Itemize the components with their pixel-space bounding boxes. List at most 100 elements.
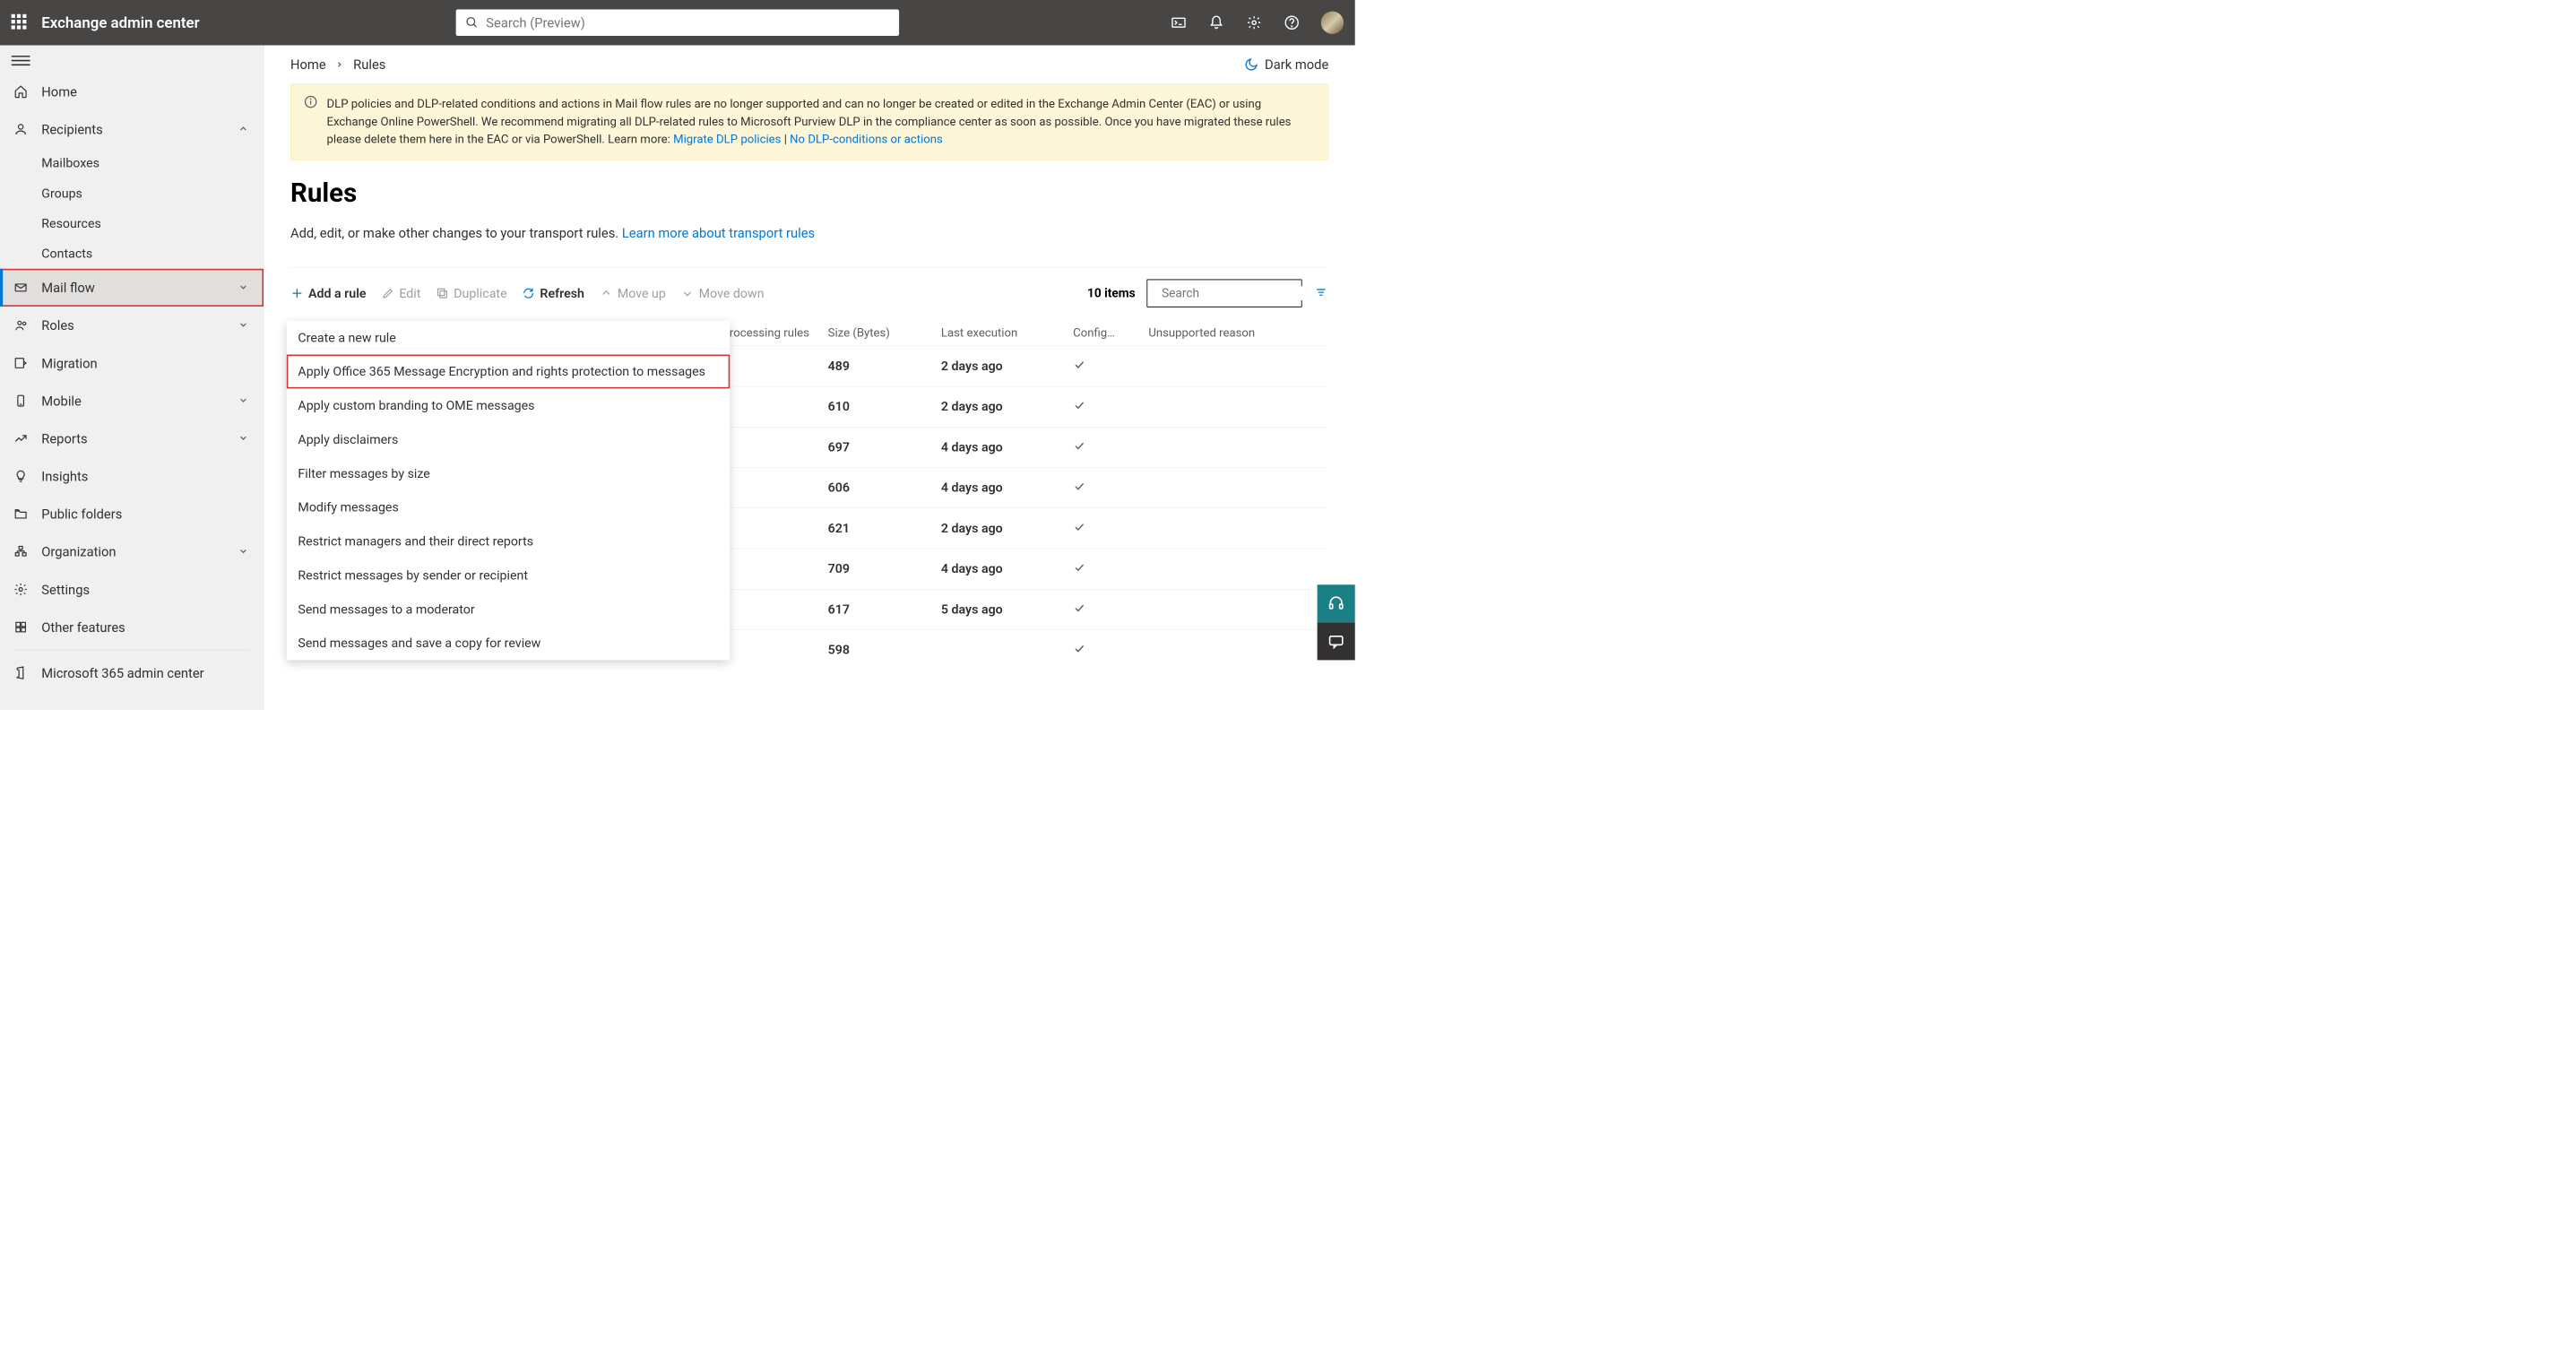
nav-groups[interactable]: Groups	[0, 178, 264, 209]
nav-other-features[interactable]: Other features	[0, 609, 264, 646]
dropdown-item[interactable]: Filter messages by size	[287, 456, 730, 490]
main-content: Home Rules Dark mode DLP policies and DL…	[264, 45, 1355, 710]
moon-icon	[1244, 57, 1258, 72]
nav-label: Organization	[41, 544, 116, 559]
cell-config	[1073, 399, 1148, 414]
move-down-button[interactable]: Move down	[681, 285, 765, 300]
notifications-icon[interactable]	[1208, 14, 1225, 31]
nav-resources[interactable]: Resources	[0, 208, 264, 238]
breadcrumb-home[interactable]: Home	[290, 56, 326, 72]
col-unsupported[interactable]: Unsupported reason	[1148, 326, 1328, 340]
nav-label: Recipients	[41, 121, 102, 136]
cell-size: 617	[828, 601, 941, 617]
nav-mailboxes[interactable]: Mailboxes	[0, 148, 264, 178]
nav-organization[interactable]: Organization	[0, 532, 264, 570]
nav-label: Roles	[41, 317, 73, 333]
nav-label: Insights	[41, 469, 88, 484]
page-title: Rules	[290, 177, 1328, 209]
nav-home[interactable]: Home	[0, 73, 264, 110]
arrow-up-icon	[600, 287, 613, 300]
learn-more-link[interactable]: Learn more about transport rules	[622, 225, 815, 240]
nav-mobile[interactable]: Mobile	[0, 382, 264, 420]
cell-last: 2 days ago	[941, 399, 1073, 414]
nav-list: Home Recipients Mailboxes Groups Resourc…	[0, 73, 264, 692]
nav-insights[interactable]: Insights	[0, 457, 264, 495]
nav-public-folders[interactable]: Public folders	[0, 495, 264, 532]
support-button[interactable]	[1318, 584, 1355, 622]
refresh-button[interactable]: Refresh	[522, 285, 584, 300]
nav-roles[interactable]: Roles	[0, 307, 264, 344]
filter-button[interactable]	[1313, 287, 1328, 300]
move-up-button[interactable]: Move up	[600, 285, 666, 300]
nav-label: Home	[41, 83, 77, 99]
gear-icon	[13, 582, 29, 597]
top-bar: Exchange admin center	[0, 0, 1355, 45]
cell-last: 5 days ago	[941, 601, 1073, 617]
col-last[interactable]: Last execution	[941, 326, 1073, 340]
dropdown-item[interactable]: Send messages and save a copy for review	[287, 626, 730, 660]
rules-search-input[interactable]	[1162, 286, 1319, 300]
settings-icon[interactable]	[1246, 14, 1263, 31]
migration-icon	[13, 356, 29, 371]
col-size[interactable]: Size (Bytes)	[828, 326, 941, 340]
chevron-down-icon	[238, 544, 249, 559]
banner-link-migrate[interactable]: Migrate DLP policies	[673, 133, 781, 146]
nav-mail-flow[interactable]: Mail flow	[0, 269, 264, 307]
edit-button[interactable]: Edit	[381, 285, 420, 300]
add-rule-button[interactable]: Add a rule	[290, 285, 367, 300]
chevron-up-icon	[238, 121, 249, 136]
chevron-down-icon	[238, 431, 249, 446]
command-icon[interactable]	[1171, 14, 1188, 31]
rules-search[interactable]	[1146, 279, 1302, 307]
search-icon	[465, 16, 479, 30]
global-search-input[interactable]	[486, 15, 889, 30]
banner-link-nodlp[interactable]: No DLP-conditions or actions	[790, 133, 943, 146]
grid-icon	[13, 619, 29, 635]
user-avatar[interactable]	[1321, 12, 1344, 34]
home-icon	[13, 84, 29, 100]
dark-mode-toggle[interactable]: Dark mode	[1244, 56, 1328, 72]
chevron-down-icon	[238, 317, 249, 333]
arrow-down-icon	[681, 287, 695, 300]
global-search[interactable]	[456, 10, 899, 36]
cell-config	[1073, 480, 1148, 495]
cell-size: 606	[828, 480, 941, 495]
cell-last: 4 days ago	[941, 561, 1073, 576]
nav-migration[interactable]: Migration	[0, 344, 264, 382]
duplicate-button[interactable]: Duplicate	[436, 285, 506, 300]
bulb-icon	[13, 469, 29, 484]
chevron-down-icon	[238, 393, 249, 408]
item-count: 10 items	[1087, 286, 1136, 300]
dropdown-item[interactable]: Modify messages	[287, 490, 730, 524]
dropdown-item[interactable]: Apply disclaimers	[287, 422, 730, 456]
cell-size: 598	[828, 642, 941, 657]
dropdown-item[interactable]: Send messages to a moderator	[287, 592, 730, 626]
nav-contacts[interactable]: Contacts	[0, 238, 264, 269]
dropdown-item[interactable]: Apply custom branding to OME messages	[287, 388, 730, 422]
headset-icon	[1327, 595, 1344, 612]
person-icon	[13, 122, 29, 137]
cell-last: 4 days ago	[941, 439, 1073, 454]
dropdown-item[interactable]: Apply Office 365 Message Encryption and …	[287, 354, 730, 388]
nav-reports[interactable]: Reports	[0, 420, 264, 457]
cell-last: 4 days ago	[941, 480, 1073, 495]
cell-config	[1073, 520, 1148, 535]
feedback-button[interactable]	[1318, 622, 1355, 660]
nav-m365-admin[interactable]: Microsoft 365 admin center	[0, 654, 264, 692]
dropdown-item[interactable]: Create a new rule	[287, 320, 730, 354]
chevron-down-icon	[238, 280, 249, 295]
dropdown-item[interactable]: Restrict messages by sender or recipient	[287, 558, 730, 593]
cell-last: 2 days ago	[941, 521, 1073, 536]
floating-panel	[1318, 584, 1355, 660]
cell-size: 709	[828, 561, 941, 576]
nav-recipients[interactable]: Recipients	[0, 110, 264, 148]
nav-settings[interactable]: Settings	[0, 570, 264, 608]
hamburger-icon[interactable]	[12, 56, 30, 69]
col-config[interactable]: Config…	[1073, 326, 1148, 340]
nav-label: Migration	[41, 355, 97, 370]
dropdown-item[interactable]: Restrict managers and their direct repor…	[287, 524, 730, 558]
filter-icon	[1313, 287, 1328, 299]
app-launcher-icon[interactable]	[12, 14, 29, 31]
help-icon[interactable]	[1284, 14, 1301, 31]
add-rule-dropdown: Create a new rule Apply Office 365 Messa…	[287, 320, 730, 660]
